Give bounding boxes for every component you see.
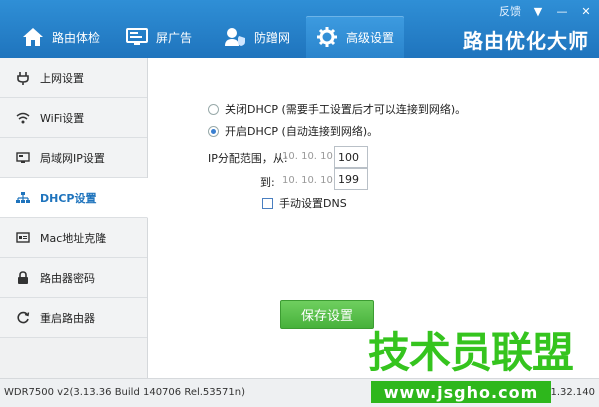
- tab-label: 高级设置: [345, 30, 394, 45]
- plug-icon: [16, 71, 30, 85]
- dhcp-on-option[interactable]: 开启DHCP (自动连接到网络)。: [208, 123, 378, 139]
- ip-range-from-label: IP分配范围，从:: [208, 152, 288, 165]
- tab-label: 防蹭网: [253, 30, 290, 45]
- lan-icon: [16, 151, 30, 165]
- tab-anti-leech[interactable]: 防蹭网: [208, 16, 306, 58]
- version-right-text: 1.32.140: [550, 387, 595, 398]
- dropdown-icon[interactable]: ▼: [531, 4, 545, 18]
- sidebar-item-label: WiFi设置: [40, 111, 85, 125]
- manual-dns-option[interactable]: 手动设置DNS: [262, 195, 347, 211]
- save-button[interactable]: 保存设置: [280, 300, 374, 329]
- home-icon: [22, 26, 44, 48]
- watermark-title: 技术员联盟: [368, 328, 574, 377]
- feedback-link[interactable]: 反馈: [499, 3, 521, 19]
- sidebar-item-dhcp[interactable]: DHCP设置: [0, 178, 148, 218]
- window-controls: 反馈 ▼ — ✕: [499, 3, 593, 19]
- tab-label: 路由体检: [51, 30, 100, 45]
- sidebar-item-lan-ip[interactable]: 局域网IP设置: [0, 138, 147, 178]
- restart-icon: [16, 311, 30, 325]
- sidebar-item-label: DHCP设置: [40, 191, 97, 205]
- sidebar-item-internet[interactable]: 上网设置: [0, 58, 147, 98]
- tab-advanced-settings[interactable]: 高级设置: [306, 16, 404, 58]
- sidebar: 上网设置 WiFi设置 局域网IP设置 DHCP设置 Mac地址克隆 路由器密码: [0, 58, 148, 378]
- sidebar-item-label: Mac地址克隆: [40, 231, 107, 245]
- dhcp-off-label: 关闭DHCP (需要手工设置后才可以连接到网络)。: [225, 103, 467, 116]
- gear-icon: [316, 26, 338, 48]
- top-bar: 反馈 ▼ — ✕ 路由体检 屏广告 防蹭网 高级设置 路由优化大师: [0, 0, 599, 58]
- lock-icon: [16, 270, 30, 285]
- version-text: WDR7500 v2(3.13.36 Build 140706 Rel.5357…: [4, 387, 245, 398]
- user-shield-icon: [224, 26, 246, 48]
- ip-end-input[interactable]: [334, 168, 368, 190]
- minimize-icon[interactable]: —: [555, 4, 569, 18]
- watermark-url: www.jsgho.com: [371, 381, 551, 403]
- ip-start-input[interactable]: [334, 146, 368, 168]
- sidebar-item-label: 重启路由器: [40, 311, 95, 325]
- main-tabs: 路由体检 屏广告 防蹭网 高级设置: [12, 16, 404, 58]
- manual-dns-label: 手动设置DNS: [279, 197, 347, 210]
- sidebar-item-mac-clone[interactable]: Mac地址克隆: [0, 218, 147, 258]
- monitor-icon: [125, 26, 148, 48]
- tab-router-check[interactable]: 路由体检: [12, 16, 110, 58]
- ip-start-prefix: 10. 10. 10.: [282, 151, 337, 162]
- ip-range-to-label: 到:: [260, 176, 275, 189]
- manual-dns-checkbox[interactable]: [262, 197, 273, 209]
- dhcp-off-radio[interactable]: [208, 103, 219, 115]
- sidebar-item-label: 上网设置: [40, 71, 84, 85]
- wifi-icon: [16, 111, 30, 125]
- sidebar-item-label: 局域网IP设置: [40, 151, 105, 165]
- sidebar-item-restart[interactable]: 重启路由器: [0, 298, 147, 338]
- sidebar-item-router-password[interactable]: 路由器密码: [0, 258, 147, 298]
- brand-title: 路由优化大师: [463, 29, 589, 53]
- dhcp-on-label: 开启DHCP (自动连接到网络)。: [225, 125, 379, 138]
- card-icon: [16, 231, 30, 245]
- sidebar-item-wifi[interactable]: WiFi设置: [0, 98, 147, 138]
- tab-ad-block[interactable]: 屏广告: [110, 16, 208, 58]
- sidebar-item-label: 路由器密码: [40, 271, 95, 285]
- dhcp-on-radio[interactable]: [208, 125, 219, 137]
- dhcp-off-option[interactable]: 关闭DHCP (需要手工设置后才可以连接到网络)。: [208, 101, 466, 117]
- close-icon[interactable]: ✕: [579, 4, 593, 18]
- ip-end-prefix: 10. 10. 10.: [282, 175, 337, 186]
- network-tree-icon: [16, 191, 30, 205]
- tab-label: 屏广告: [155, 30, 192, 45]
